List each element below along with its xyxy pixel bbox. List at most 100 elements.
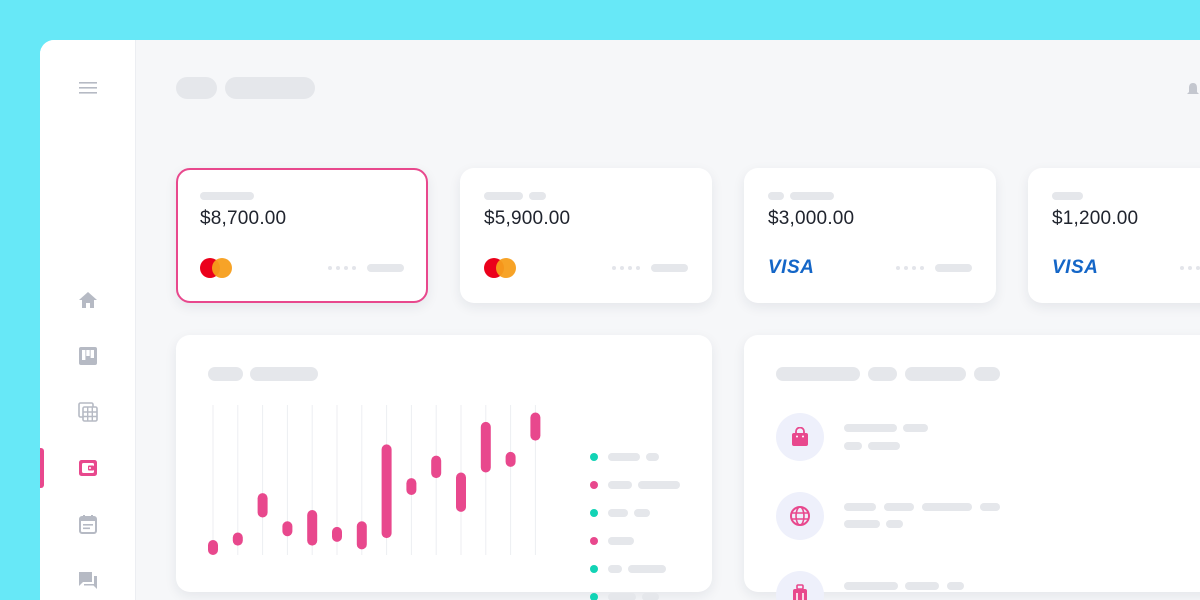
card-expiry-placeholder — [367, 264, 404, 272]
shopping-bag-icon — [792, 427, 808, 446]
menu-button[interactable] — [76, 76, 100, 100]
legend-marker — [590, 537, 598, 545]
app-window: $8,700.00 $5,900.00 $3,000.00 VISA $1,20… — [40, 40, 1200, 600]
payment-card[interactable]: $1,200.00 VISA — [1028, 168, 1200, 303]
card-label-placeholder — [200, 192, 254, 200]
gallery-icon — [78, 402, 98, 422]
panel-title-placeholder — [974, 367, 1000, 381]
payment-card[interactable]: $5,900.00 — [460, 168, 712, 303]
masked-card-number — [328, 266, 356, 270]
legend-marker — [590, 509, 598, 517]
wallet-icon — [79, 460, 97, 476]
menu-icon — [79, 82, 97, 94]
panel-title-placeholder — [776, 367, 860, 381]
payment-card[interactable]: $3,000.00 VISA — [744, 168, 996, 303]
candle-bar — [530, 412, 541, 441]
legend-label-placeholder — [608, 565, 622, 573]
candlestick-chart — [208, 405, 541, 555]
candle-bar — [257, 493, 268, 518]
legend-label-placeholder — [646, 453, 659, 461]
legend-label-placeholder — [634, 509, 650, 517]
legend-label-placeholder — [608, 453, 640, 461]
candle-bar — [381, 444, 392, 539]
chart-title-placeholder — [208, 367, 243, 381]
candle-bar — [307, 510, 318, 546]
sidebar-item-board[interactable] — [76, 344, 100, 368]
legend-marker — [590, 565, 598, 573]
transaction-row[interactable] — [776, 492, 824, 540]
candle-bar — [456, 472, 466, 512]
header-subtitle-placeholder — [225, 77, 315, 99]
card-expiry-placeholder — [935, 264, 972, 272]
card-balance: $1,200.00 — [1052, 208, 1139, 229]
masked-card-number — [612, 266, 640, 270]
transaction-title-placeholder — [947, 582, 964, 590]
payment-card[interactable]: $8,700.00 — [176, 168, 428, 303]
panel-title-placeholder — [905, 367, 966, 381]
home-icon — [79, 292, 97, 308]
transaction-title-placeholder — [844, 503, 876, 511]
masked-card-number — [1180, 266, 1200, 270]
candle-bar — [332, 526, 342, 542]
legend-marker — [590, 593, 598, 600]
card-expiry-placeholder — [651, 264, 688, 272]
candle-bar — [480, 421, 491, 473]
transaction-title-placeholder — [922, 503, 972, 511]
transaction-detail-placeholder — [886, 520, 903, 528]
card-balance: $3,000.00 — [768, 208, 855, 229]
transaction-title-placeholder — [884, 503, 914, 511]
transaction-title-placeholder — [903, 424, 928, 432]
sidebar — [40, 40, 136, 600]
legend-label-placeholder — [608, 509, 628, 517]
sidebar-item-home[interactable] — [76, 288, 100, 312]
sidebar-item-wallet[interactable] — [76, 456, 100, 480]
transaction-title-placeholder — [844, 582, 898, 590]
candle-bar — [431, 455, 442, 479]
chart-panel — [176, 335, 712, 600]
candle-bar — [208, 540, 218, 555]
sidebar-item-gallery[interactable] — [76, 400, 100, 424]
candle-bar — [282, 521, 293, 537]
transaction-row[interactable] — [776, 571, 824, 600]
candle-bar — [406, 478, 417, 495]
visa-logo: VISA — [1052, 257, 1099, 278]
card-balance: $5,900.00 — [484, 208, 571, 229]
transactions-panel — [744, 335, 1200, 600]
card-label-placeholder — [790, 192, 834, 200]
legend-marker — [590, 481, 598, 489]
transaction-title-placeholder — [844, 424, 897, 432]
card-label-placeholder — [1052, 192, 1083, 200]
chat-icon — [79, 572, 97, 589]
legend-label-placeholder — [642, 593, 659, 600]
legend-label-placeholder — [638, 481, 680, 489]
header-title-placeholder — [176, 77, 217, 99]
board-icon — [79, 347, 97, 365]
luggage-icon — [793, 584, 807, 600]
legend-label-placeholder — [608, 593, 636, 600]
panel-title-placeholder — [868, 367, 897, 381]
transaction-row[interactable] — [776, 413, 824, 461]
candle-bar — [505, 451, 516, 467]
card-label-placeholder — [484, 192, 523, 200]
candle-bar — [232, 532, 243, 546]
masked-card-number — [896, 266, 924, 270]
legend-label-placeholder — [608, 481, 632, 489]
mastercard-logo — [200, 258, 232, 278]
transaction-title-placeholder — [905, 582, 939, 590]
sidebar-item-calendar[interactable] — [76, 512, 100, 536]
sidebar-item-chat[interactable] — [76, 568, 100, 592]
chart-title-placeholder — [250, 367, 318, 381]
calendar-icon — [79, 515, 97, 534]
card-label-placeholder — [768, 192, 784, 200]
globe-icon — [790, 506, 810, 526]
bell-icon[interactable] — [1186, 82, 1200, 98]
legend-label-placeholder — [608, 537, 634, 545]
transaction-title-placeholder — [980, 503, 1000, 511]
mastercard-logo — [484, 258, 516, 278]
transaction-detail-placeholder — [844, 520, 880, 528]
transaction-detail-placeholder — [844, 442, 862, 450]
card-label-placeholder — [529, 192, 546, 200]
legend-marker — [590, 453, 598, 461]
candle-bar — [356, 521, 367, 550]
card-balance: $8,700.00 — [200, 208, 287, 229]
